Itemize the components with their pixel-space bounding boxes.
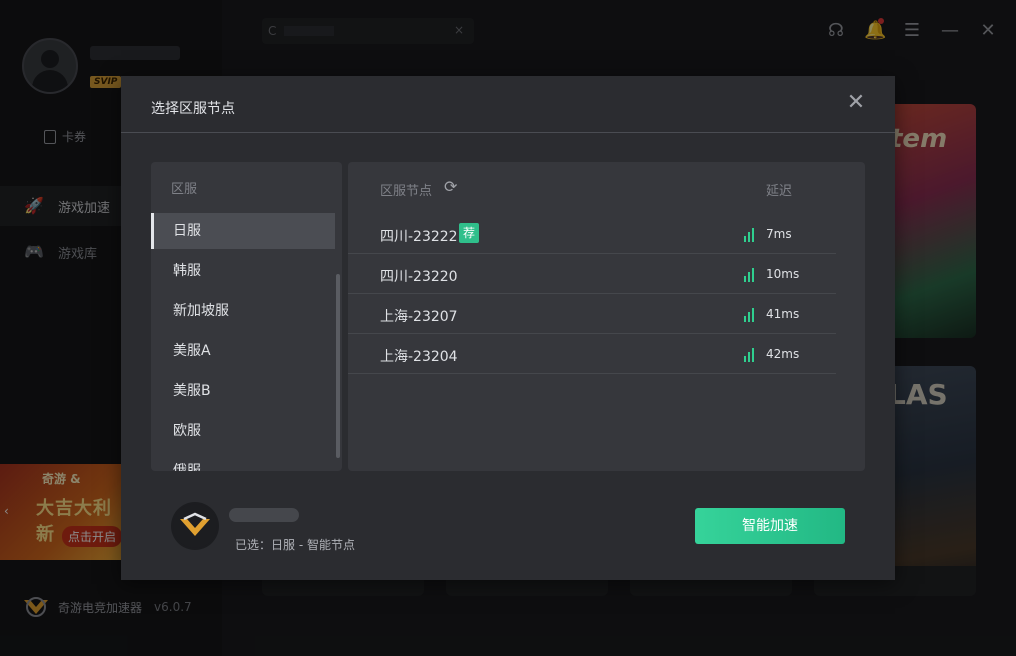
node-list: 四川-23222 荐 7ms 四川-23220 10ms 上海-23207 41… xyxy=(348,214,865,374)
region-item-eu[interactable]: 欧服 xyxy=(151,413,335,453)
region-item-sg[interactable]: 新加坡服 xyxy=(151,293,335,333)
game-name-redacted xyxy=(229,508,299,522)
node-latency: 41ms xyxy=(766,307,800,321)
signal-icon xyxy=(744,266,758,282)
node-row[interactable]: 上海-23204 42ms xyxy=(348,334,836,374)
signal-icon xyxy=(744,346,758,362)
region-panel: 区服 日服 韩服 新加坡服 美服A 美服B 欧服 俄服 xyxy=(151,162,342,471)
node-panel: 区服节点 ⟳ 延迟 四川-23222 荐 7ms 四川-23220 10ms 上… xyxy=(348,162,865,471)
region-item-us-a[interactable]: 美服A xyxy=(151,333,335,373)
node-latency: 7ms xyxy=(766,227,792,241)
latency-header: 延迟 xyxy=(766,184,793,199)
region-list: 日服 韩服 新加坡服 美服A 美服B 欧服 俄服 xyxy=(151,213,342,471)
region-item-kr[interactable]: 韩服 xyxy=(151,253,335,293)
node-name: 四川-23220 xyxy=(380,269,458,285)
node-header: 区服节点 xyxy=(380,184,433,199)
refresh-icon[interactable]: ⟳ xyxy=(444,177,457,196)
recommended-badge: 荐 xyxy=(459,223,480,243)
game-logo-icon xyxy=(171,502,219,550)
node-row[interactable]: 上海-23207 41ms xyxy=(348,294,836,334)
smart-accelerate-button[interactable]: 智能加速 xyxy=(695,508,845,544)
region-item-ru[interactable]: 俄服 xyxy=(151,453,335,471)
region-item-jp[interactable]: 日服 xyxy=(151,213,335,249)
node-name: 四川-23222 xyxy=(380,229,458,245)
node-name: 上海-23204 xyxy=(380,349,458,365)
signal-icon xyxy=(744,226,758,242)
node-name: 上海-23207 xyxy=(380,309,458,325)
selected-summary: 已选：日服 - 智能节点 xyxy=(235,538,355,552)
region-item-us-b[interactable]: 美服B xyxy=(151,373,335,413)
dialog-header: 选择区服节点 ✕ xyxy=(121,76,895,133)
close-icon[interactable]: ✕ xyxy=(845,92,867,114)
node-row[interactable]: 四川-23222 荐 7ms xyxy=(348,214,836,254)
signal-icon xyxy=(744,306,758,322)
select-server-dialog: 选择区服节点 ✕ 区服 日服 韩服 新加坡服 美服A 美服B 欧服 俄服 区服节… xyxy=(121,76,895,580)
node-row[interactable]: 四川-23220 10ms xyxy=(348,254,836,294)
region-scrollbar[interactable] xyxy=(336,274,340,458)
region-header: 区服 xyxy=(171,182,198,197)
node-latency: 42ms xyxy=(766,347,800,361)
dialog-title: 选择区服节点 xyxy=(151,101,235,117)
node-latency: 10ms xyxy=(766,267,800,281)
